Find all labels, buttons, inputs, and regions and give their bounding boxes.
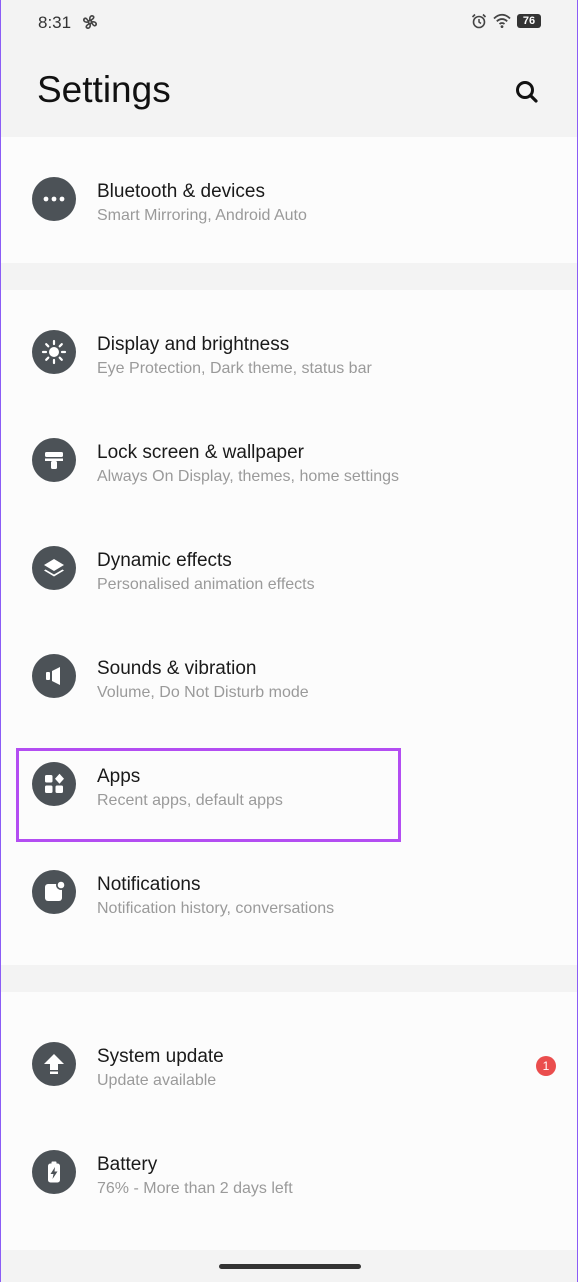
more-dots-icon (32, 177, 76, 221)
home-indicator[interactable] (219, 1264, 361, 1269)
settings-group-system: System update Update available 1 Battery… (1, 992, 577, 1250)
setting-subtitle: Volume, Do Not Disturb mode (97, 684, 309, 701)
wallpaper-icon (32, 438, 76, 482)
alarm-icon (471, 13, 487, 29)
setting-subtitle: 76% - More than 2 days left (97, 1180, 293, 1197)
update-count-badge: 1 (536, 1056, 556, 1076)
status-time: 8:31 (38, 13, 72, 32)
setting-title: Battery (97, 1154, 158, 1175)
setting-display-brightness[interactable]: Display and brightness Eye Protection, D… (1, 298, 577, 406)
setting-title: Notifications (97, 874, 201, 895)
status-icons: 76 (471, 13, 541, 29)
setting-title: Lock screen & wallpaper (97, 442, 304, 463)
setting-subtitle: Personalised animation effects (97, 576, 315, 593)
speaker-icon (32, 654, 76, 698)
update-arrow-icon (32, 1042, 76, 1086)
setting-title: System update (97, 1046, 224, 1067)
setting-dynamic-effects[interactable]: Dynamic effects Personalised animation e… (1, 514, 577, 622)
settings-group-personalization: Display and brightness Eye Protection, D… (1, 290, 577, 965)
brightness-icon (32, 330, 76, 374)
fan-icon (83, 15, 97, 29)
notification-icon (32, 870, 76, 914)
battery-icon (32, 1150, 76, 1194)
status-bar: 8:31 76 (1, 0, 577, 46)
setting-battery[interactable]: Battery 76% - More than 2 days left (1, 1118, 577, 1226)
battery-level: 76 (517, 14, 541, 28)
setting-subtitle: Notification history, conversations (97, 900, 335, 917)
search-button[interactable] (511, 76, 543, 108)
setting-title: Bluetooth & devices (97, 181, 265, 202)
setting-subtitle: Always On Display, themes, home settings (97, 468, 400, 485)
setting-subtitle: Update available (97, 1072, 217, 1089)
setting-subtitle: Eye Protection, Dark theme, status bar (97, 360, 372, 377)
setting-bluetooth-devices[interactable]: Bluetooth & devices Smart Mirroring, And… (1, 145, 577, 253)
setting-subtitle: Smart Mirroring, Android Auto (97, 207, 307, 224)
layers-icon (32, 546, 76, 590)
page-title: Settings (37, 69, 171, 110)
setting-lock-screen-wallpaper[interactable]: Lock screen & wallpaper Always On Displa… (1, 406, 577, 514)
search-icon (516, 81, 538, 103)
setting-title: Sounds & vibration (97, 658, 257, 679)
page-header: Settings (1, 46, 577, 136)
settings-group-connectivity: Bluetooth & devices Smart Mirroring, And… (1, 137, 577, 263)
setting-title: Dynamic effects (97, 550, 232, 571)
setting-sounds-vibration[interactable]: Sounds & vibration Volume, Do Not Distur… (1, 622, 577, 730)
setting-title: Display and brightness (97, 334, 290, 355)
wifi-icon (493, 13, 511, 28)
setting-system-update[interactable]: System update Update available 1 (1, 1010, 577, 1118)
apps-highlight-box (16, 748, 401, 842)
setting-notifications[interactable]: Notifications Notification history, conv… (1, 838, 577, 946)
